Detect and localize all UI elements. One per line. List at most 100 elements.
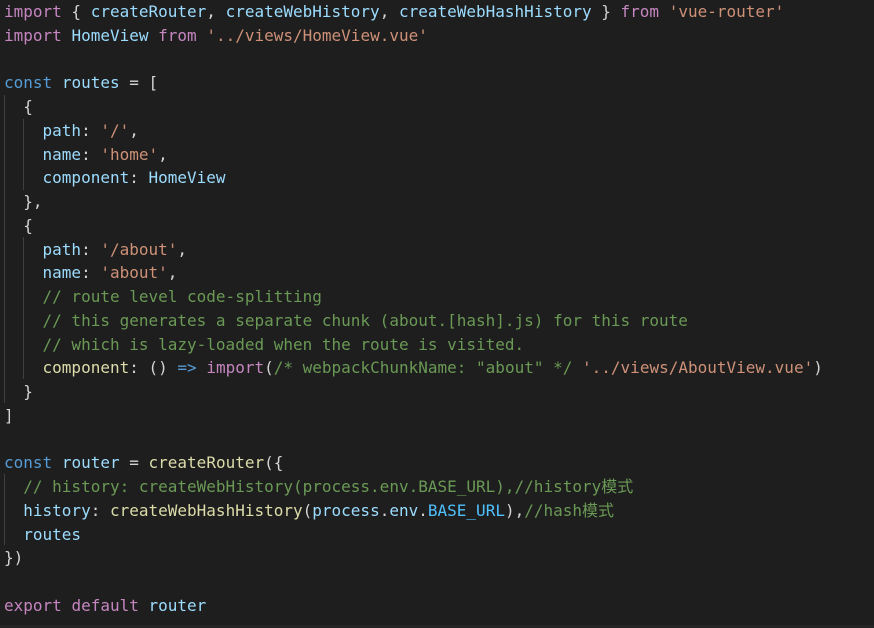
code-token: , (177, 239, 188, 259)
code-line[interactable]: import HomeView from '../views/HomeView.… (4, 24, 428, 48)
code-token: import (206, 358, 265, 378)
code-token: routes (61, 73, 120, 93)
code-token: //hash模式 (524, 500, 615, 520)
code-token: createWebHashHistory (398, 2, 592, 21)
code-token: router (148, 595, 207, 615)
code-line[interactable]: component: HomeView (4, 166, 226, 190)
code-token: process (312, 500, 380, 520)
code-token: component (42, 358, 130, 378)
code-token: 'about' (100, 263, 168, 283)
code-token: : (81, 263, 101, 283)
code-token: , (129, 120, 139, 140)
code-token: '/' (100, 120, 130, 140)
code-token: path (42, 239, 82, 259)
code-line[interactable]: ] (4, 404, 14, 428)
code-token: }) (4, 548, 24, 568)
code-token: history (23, 500, 91, 520)
code-token: : () (129, 358, 178, 378)
code-token: . (418, 500, 428, 520)
code-token: { (61, 2, 91, 21)
code-editor[interactable]: import { createRouter, createWebHistory,… (0, 0, 874, 628)
code-line[interactable]: import { createRouter, createWebHistory,… (4, 0, 784, 24)
code-token: '/about' (100, 239, 178, 259)
code-line[interactable]: }) (4, 546, 23, 570)
code-line[interactable]: export default router (4, 594, 206, 618)
code-token: 'home' (100, 144, 159, 164)
code-token: : (129, 168, 149, 188)
code-token: { (4, 215, 33, 235)
code-line[interactable]: history: createWebHashHistory(process.en… (4, 499, 614, 523)
code-line[interactable]: // history: createWebHistory(process.env… (4, 475, 633, 499)
code-token: const (4, 453, 53, 473)
code-token: component (42, 168, 130, 188)
code-token: createWebHashHistory (109, 500, 303, 520)
code-token: from (158, 25, 197, 45)
code-token: createWebHistory (225, 2, 380, 21)
code-line[interactable]: name: 'home', (4, 143, 168, 167)
code-line[interactable]: // route level code-splitting (4, 285, 322, 309)
code-line[interactable]: const routes = [ (4, 71, 158, 95)
code-token: } (4, 382, 33, 401)
code-token: // this generates a separate chunk (abou… (42, 310, 688, 330)
code-line[interactable]: { (4, 214, 33, 238)
code-token: HomeView (148, 168, 226, 188)
code-token: . (379, 500, 390, 520)
code-token: /* webpackChunkName: "about" */ (273, 358, 573, 378)
code-token: : (81, 120, 101, 140)
code-token: ( (302, 500, 313, 520)
code-token: export (4, 595, 62, 615)
code-line[interactable]: // which is lazy-loaded when the route i… (4, 333, 525, 357)
code-token: : (81, 239, 101, 259)
code-line[interactable]: const router = createRouter({ (4, 451, 283, 475)
code-token: const (4, 73, 53, 93)
code-token: , (167, 263, 178, 283)
code-token: , (158, 144, 168, 164)
code-token: createRouter (148, 453, 265, 473)
code-token: ] (4, 405, 14, 425)
code-token: name (42, 263, 82, 283)
code-token: ( (264, 358, 274, 378)
code-token: BASE_URL (427, 500, 505, 520)
code-line[interactable]: } (4, 380, 33, 404)
code-line[interactable]: }, (4, 190, 42, 214)
code-line[interactable]: // this generates a separate chunk (abou… (4, 309, 688, 333)
code-token: , (206, 2, 226, 21)
code-token: name (42, 144, 82, 164)
code-line[interactable]: path: '/', (4, 119, 139, 143)
code-token: : (90, 500, 110, 520)
code-token: { (4, 97, 33, 116)
code-line[interactable]: path: '/about', (4, 238, 188, 262)
code-token: from (620, 2, 660, 21)
code-token: , (379, 2, 399, 21)
code-line[interactable]: component: () => import(/* webpackChunkN… (4, 356, 823, 380)
code-line[interactable]: routes (4, 523, 81, 547)
code-token: // history: createWebHistory(process.env… (23, 477, 634, 496)
code-line[interactable]: name: 'about', (4, 261, 178, 285)
code-token: // route level code-splitting (42, 287, 322, 306)
code-token: // which is lazy-loaded when the route i… (42, 334, 525, 354)
code-token: env (389, 500, 419, 520)
code-line[interactable]: { (4, 95, 33, 119)
code-token: ), (504, 500, 525, 520)
code-token: '../views/HomeView.vue' (206, 25, 428, 45)
code-token: createRouter (90, 2, 207, 21)
code-token: HomeView (71, 25, 149, 45)
code-token: router (61, 453, 120, 473)
